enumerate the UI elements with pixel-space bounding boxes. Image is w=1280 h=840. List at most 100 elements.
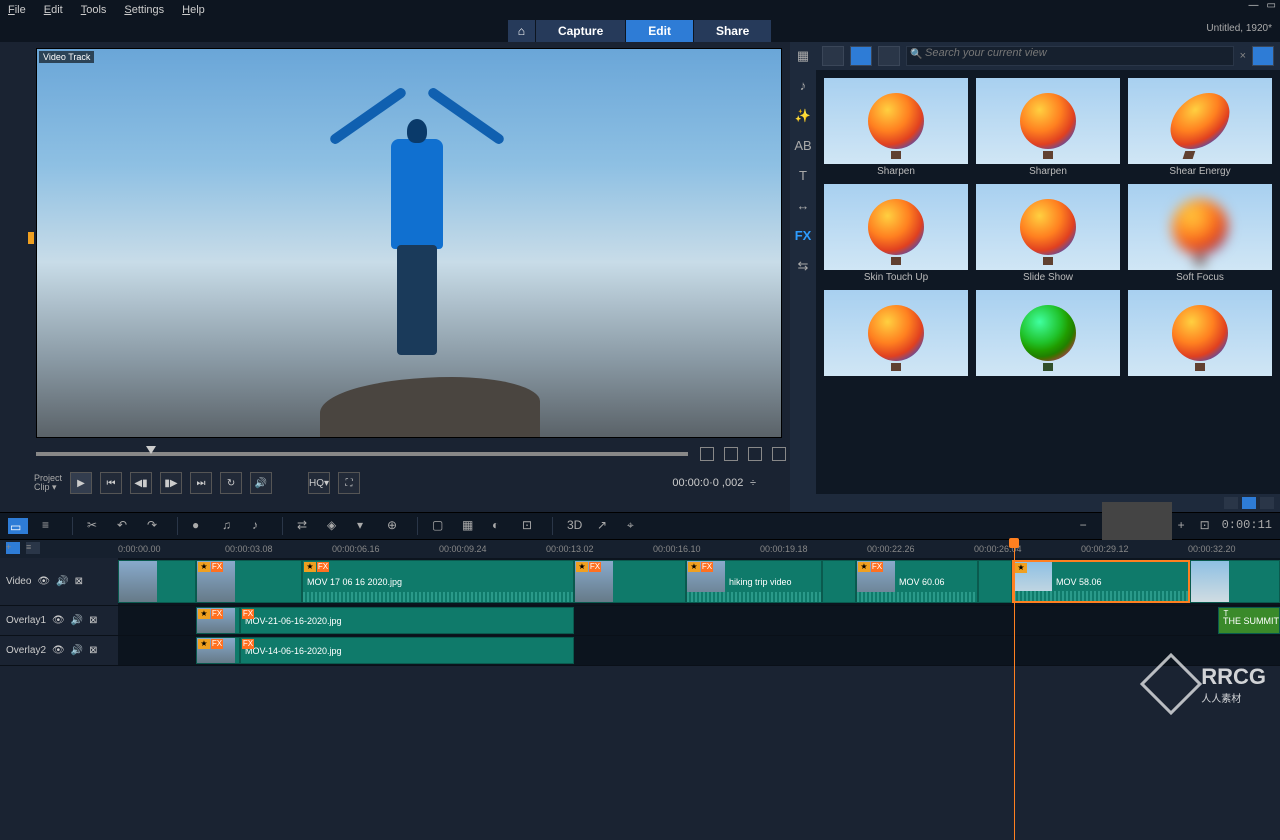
track-visibility-icon[interactable]: 👁 bbox=[52, 615, 65, 626]
zoom-out-icon[interactable]: − bbox=[1080, 518, 1096, 534]
time-remap-icon[interactable]: ↗ bbox=[597, 518, 613, 534]
track-menu-button[interactable]: ≡ bbox=[26, 542, 40, 554]
menu-edit[interactable]: Edit bbox=[44, 4, 63, 16]
minimize-button[interactable]: — bbox=[1249, 0, 1259, 11]
lib-media-icon[interactable]: ▦ bbox=[794, 48, 812, 66]
track-mute-icon[interactable]: 🔊 bbox=[56, 576, 68, 587]
search-clear-icon[interactable]: × bbox=[1240, 50, 1246, 62]
fullscreen-button[interactable]: ⛶ bbox=[338, 472, 360, 494]
menu-help[interactable]: Help bbox=[182, 4, 205, 16]
multi-cam-icon[interactable]: ▦ bbox=[462, 518, 478, 534]
split-icon[interactable] bbox=[748, 447, 762, 461]
3d-icon[interactable]: 3D bbox=[567, 518, 583, 534]
timeline-clip[interactable] bbox=[978, 560, 1012, 603]
ripple-icon[interactable]: ⇄ bbox=[297, 518, 313, 534]
snapshot-icon[interactable] bbox=[772, 447, 786, 461]
fit-project-icon[interactable]: ⊡ bbox=[1200, 518, 1216, 534]
track-visibility-icon[interactable]: 👁 bbox=[52, 645, 65, 656]
mixer-icon[interactable]: ♫ bbox=[222, 518, 238, 534]
track-mute-icon[interactable]: 🔊 bbox=[71, 615, 83, 626]
chapter-icon[interactable]: ◈ bbox=[327, 518, 343, 534]
lib-path-icon[interactable]: ⇆ bbox=[794, 258, 812, 276]
preview-scrubber[interactable] bbox=[36, 452, 688, 456]
subtitle-icon[interactable]: ▢ bbox=[432, 518, 448, 534]
zoom-in-icon[interactable]: + bbox=[1178, 518, 1194, 534]
marker-out-icon[interactable] bbox=[724, 447, 738, 461]
timeline-clip[interactable] bbox=[118, 560, 196, 603]
timeline-toggle[interactable]: ≡ bbox=[42, 518, 58, 534]
timeline-ruler[interactable]: + ≡ 0:00:00.0000:00:03.0800:00:06.1600:0… bbox=[0, 540, 1280, 558]
volume-button[interactable]: 🔊 bbox=[250, 472, 272, 494]
lib-motion-icon[interactable]: ↔ bbox=[794, 198, 812, 216]
undo-icon[interactable]: ↶ bbox=[117, 518, 133, 534]
preview-viewport[interactable]: Video Track bbox=[36, 48, 782, 438]
maximize-button[interactable]: ▭ bbox=[1267, 0, 1276, 11]
timeline-clip[interactable]: TTHE SUMMIT bbox=[1218, 607, 1280, 634]
track-motion-icon[interactable]: ⊕ bbox=[387, 518, 403, 534]
step-back-button[interactable]: ◀▮ bbox=[130, 472, 152, 494]
step-fwd-button[interactable]: ▮▶ bbox=[160, 472, 182, 494]
track-lock-icon[interactable]: ⊠ bbox=[89, 645, 97, 656]
effect-item[interactable] bbox=[1128, 290, 1272, 390]
mask-icon[interactable]: ◐ bbox=[492, 518, 508, 534]
effect-item[interactable] bbox=[976, 290, 1120, 390]
timeline-clip[interactable]: ★FX bbox=[574, 560, 686, 603]
track-visibility-icon[interactable]: 👁 bbox=[37, 576, 50, 587]
menu-settings[interactable]: Settings bbox=[124, 4, 164, 16]
marker-icon[interactable]: ▾ bbox=[357, 518, 373, 534]
effect-item[interactable]: Sharpen bbox=[824, 78, 968, 178]
lib-fx-icon[interactable]: FX bbox=[794, 228, 812, 246]
redo-icon[interactable]: ↷ bbox=[147, 518, 163, 534]
timeline-clip[interactable]: FXMOV-21-06-16-2020.jpg bbox=[240, 607, 574, 634]
trim-handle-left[interactable] bbox=[28, 232, 34, 244]
scissors-icon[interactable]: ✂ bbox=[87, 518, 103, 534]
aspect-button[interactable]: HQ▾ bbox=[308, 472, 330, 494]
auto-music-icon[interactable]: ♪ bbox=[252, 518, 268, 534]
effect-item[interactable]: Shear Energy bbox=[1128, 78, 1272, 178]
timeline-clip[interactable]: ★FXMOV 60.06 bbox=[856, 560, 978, 603]
lib-panel-toggle[interactable] bbox=[1252, 46, 1274, 66]
marker-in-icon[interactable] bbox=[700, 447, 714, 461]
storyboard-toggle[interactable]: ▭ bbox=[8, 518, 28, 534]
edit-tab[interactable]: Edit bbox=[626, 20, 694, 42]
timecode-display[interactable]: 00:00:0·0 ,002 ÷ bbox=[672, 477, 756, 490]
pan-zoom-icon[interactable]: ⊡ bbox=[522, 518, 538, 534]
timeline-clip[interactable]: FXMOV-14-06-16-2020.jpg bbox=[240, 637, 574, 664]
timeline-clip[interactable]: ★FXMOV 17 06 16 2020.jpg bbox=[302, 560, 574, 603]
timeline-clip[interactable]: ★FX bbox=[196, 560, 302, 603]
lib-view-list-button[interactable] bbox=[878, 46, 900, 66]
effect-item[interactable] bbox=[824, 290, 968, 390]
effect-item[interactable]: Slide Show bbox=[976, 184, 1120, 284]
add-track-button[interactable]: + bbox=[6, 542, 20, 554]
track-lock-icon[interactable]: ⊠ bbox=[89, 615, 97, 626]
timeline-clip[interactable]: ★FX bbox=[196, 607, 240, 634]
timeline-clip[interactable]: ★FXhiking trip video bbox=[686, 560, 822, 603]
video-track-header[interactable]: Video 👁 🔊 ⊠ bbox=[0, 558, 118, 605]
effect-item[interactable]: Sharpen bbox=[976, 78, 1120, 178]
playback-mode-label[interactable]: Project Clip ▾ bbox=[34, 474, 62, 492]
capture-tab[interactable]: Capture bbox=[536, 20, 626, 42]
timeline-clip[interactable] bbox=[822, 560, 856, 603]
lib-text-icon[interactable]: T bbox=[794, 168, 812, 186]
record-icon[interactable]: ● bbox=[192, 518, 208, 534]
home-tab[interactable]: ⌂ bbox=[508, 20, 536, 42]
scrubber-playhead[interactable] bbox=[146, 446, 156, 454]
lib-view-grid-button[interactable] bbox=[850, 46, 872, 66]
lib-audio-icon[interactable]: ♪ bbox=[794, 78, 812, 96]
timeline-clip[interactable]: ★MOV 58.06 bbox=[1012, 560, 1190, 603]
overlay2-track-header[interactable]: Overlay2 👁 🔊 ⊠ bbox=[0, 636, 118, 665]
loop-button[interactable]: ↻ bbox=[220, 472, 242, 494]
menu-file[interactable]: File bbox=[8, 4, 26, 16]
timeline-clip[interactable] bbox=[1190, 560, 1280, 603]
timeline-clip[interactable]: ★FX bbox=[196, 637, 240, 664]
menu-tools[interactable]: Tools bbox=[81, 4, 107, 16]
play-button[interactable]: ▶ bbox=[70, 472, 92, 494]
track-mute-icon[interactable]: 🔊 bbox=[71, 645, 83, 656]
lib-title-icon[interactable]: AB bbox=[794, 138, 812, 156]
go-start-button[interactable]: ⏮ bbox=[100, 472, 122, 494]
go-end-button[interactable]: ⏭ bbox=[190, 472, 212, 494]
timecode-tl[interactable]: 0:00:11 bbox=[1222, 518, 1272, 534]
effect-item[interactable]: Skin Touch Up bbox=[824, 184, 968, 284]
library-search-input[interactable]: Search your current view bbox=[906, 46, 1234, 66]
lib-transition-icon[interactable]: ✨ bbox=[794, 108, 812, 126]
